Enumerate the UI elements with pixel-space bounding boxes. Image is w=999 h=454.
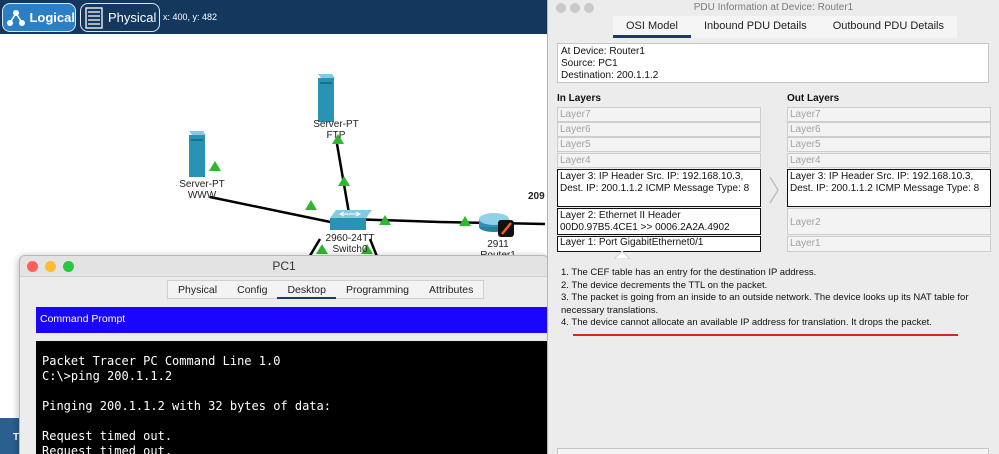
- server-ftp-icon: [318, 74, 335, 122]
- terminal-line: Request timed out.: [42, 444, 173, 454]
- tab-config[interactable]: Config: [227, 281, 277, 299]
- side-panel-edge: T: [0, 418, 20, 454]
- device-info-box: At Device: Router1 Source: PC1 Destinati…: [557, 43, 989, 83]
- link-up-indicator: [305, 200, 317, 210]
- close-icon[interactable]: [27, 261, 38, 272]
- pc1-tab-bar: Physical Config Desktop Programming Attr…: [167, 280, 485, 299]
- link-up-indicator: [459, 216, 471, 226]
- in-layer-5[interactable]: Layer5: [557, 137, 761, 152]
- tab-programming[interactable]: Programming: [336, 281, 419, 299]
- out-layer-6[interactable]: Layer6: [787, 122, 991, 137]
- logical-label: Logical: [29, 10, 75, 25]
- processing-notes: 1. The CEF table has an entry for the de…: [561, 267, 986, 330]
- logical-topology-icon: [5, 7, 26, 29]
- link-up-indicator: [338, 176, 350, 186]
- pc1-title-bar: PC1: [20, 256, 548, 277]
- in-layer-1[interactable]: Layer 1: Port GigabitEthernet0/1: [557, 236, 761, 252]
- minimize-icon[interactable]: [570, 3, 580, 13]
- out-layer-3[interactable]: Layer 3: IP Header Src. IP: 192.168.10.3…: [787, 169, 991, 207]
- pdu-tab-bar: OSI Model Inbound PDU Details Outbound P…: [613, 16, 957, 38]
- tab-inbound-pdu[interactable]: Inbound PDU Details: [690, 16, 820, 38]
- server-www-icon: [189, 131, 206, 177]
- highlight-underline: [573, 334, 958, 336]
- source-line: Source: PC1: [561, 58, 618, 69]
- out-layer-2[interactable]: Layer2: [787, 208, 991, 235]
- command-prompt-terminal[interactable]: Packet Tracer PC Command Line 1.0 C:\>pin…: [36, 341, 548, 454]
- maximize-icon[interactable]: [584, 3, 594, 13]
- maximize-icon[interactable]: [63, 261, 74, 272]
- physical-label: Physical: [108, 10, 157, 25]
- network-label-partial: 209: [528, 191, 545, 202]
- minimize-icon[interactable]: [45, 261, 56, 272]
- out-layers-heading: Out Layers: [787, 93, 840, 104]
- note-item: 2. The device decrements the TTL on the …: [561, 279, 768, 291]
- in-layer-2[interactable]: Layer 2: Ethernet II Header 00D0.97B5.4C…: [557, 208, 761, 235]
- router-icon: [479, 213, 514, 237]
- note-item: 1. The CEF table has an entry for the de…: [561, 267, 817, 278]
- out-layer-7[interactable]: Layer7: [787, 107, 991, 122]
- terminal-line: Packet Tracer PC Command Line 1.0: [42, 354, 281, 368]
- in-layer-3[interactable]: Layer 3: IP Header Src. IP: 192.168.10.3…: [557, 169, 761, 207]
- pdu-title-bar: PDU Information at Device: Router1: [548, 0, 999, 15]
- terminal-line: Request timed out.: [42, 429, 173, 443]
- out-layer-4[interactable]: Layer4: [787, 153, 991, 168]
- pdu-information-window: PDU Information at Device: Router1 OSI M…: [547, 0, 999, 454]
- physical-rack-icon: [83, 6, 105, 29]
- chevron-right-icon: [769, 176, 779, 204]
- note-item: 4. The device cannot allocate an availab…: [561, 317, 932, 328]
- pdu-bottom-panel: [557, 448, 989, 454]
- link-up-indicator: [209, 161, 221, 171]
- server-ftp-label: Server-PT FTP: [313, 119, 359, 141]
- terminal-line: C:\>ping 200.1.1.2: [42, 369, 173, 383]
- server-www-label: Server-PT WWW: [179, 179, 225, 201]
- destination-line: Destination: 200.1.1.2: [561, 70, 659, 81]
- out-layer-1[interactable]: Layer1: [787, 236, 991, 252]
- switch-label: 2960-24TT Switch0: [325, 233, 375, 255]
- cursor-coordinates: x: 400, y: 482: [163, 12, 218, 22]
- tab-outbound-pdu[interactable]: Outbound PDU Details: [819, 16, 957, 38]
- logical-view-button[interactable]: Logical: [2, 3, 76, 32]
- in-layer-6[interactable]: Layer6: [557, 122, 761, 137]
- command-prompt-title: Command Prompt: [36, 307, 548, 333]
- selection-pointer-icon: [614, 251, 630, 259]
- pc1-window: PC1 Physical Config Desktop Programming …: [19, 255, 549, 454]
- in-layers-heading: In Layers: [557, 93, 601, 104]
- in-layer-4[interactable]: Layer4: [557, 153, 761, 168]
- tab-physical[interactable]: Physical: [168, 281, 227, 299]
- close-icon[interactable]: [556, 3, 566, 13]
- device-line: At Device: Router1: [561, 46, 645, 57]
- terminal-line: Pinging 200.1.1.2 with 32 bytes of data:: [42, 399, 331, 413]
- terminal-line: ​: [42, 414, 544, 429]
- pc1-title: PC1: [272, 259, 296, 273]
- note-item: 3. The packet is going from an inside to…: [561, 292, 969, 316]
- terminal-line: ​: [42, 384, 544, 399]
- physical-view-button[interactable]: Physical: [80, 3, 160, 32]
- out-layer-5[interactable]: Layer5: [787, 137, 991, 152]
- pdu-title: PDU Information at Device: Router1: [693, 2, 854, 13]
- in-layer-7[interactable]: Layer7: [557, 107, 761, 122]
- tab-desktop[interactable]: Desktop: [277, 281, 336, 299]
- tab-osi-model[interactable]: OSI Model: [613, 16, 691, 38]
- tab-attributes[interactable]: Attributes: [419, 281, 483, 299]
- switch-icon: [330, 210, 372, 230]
